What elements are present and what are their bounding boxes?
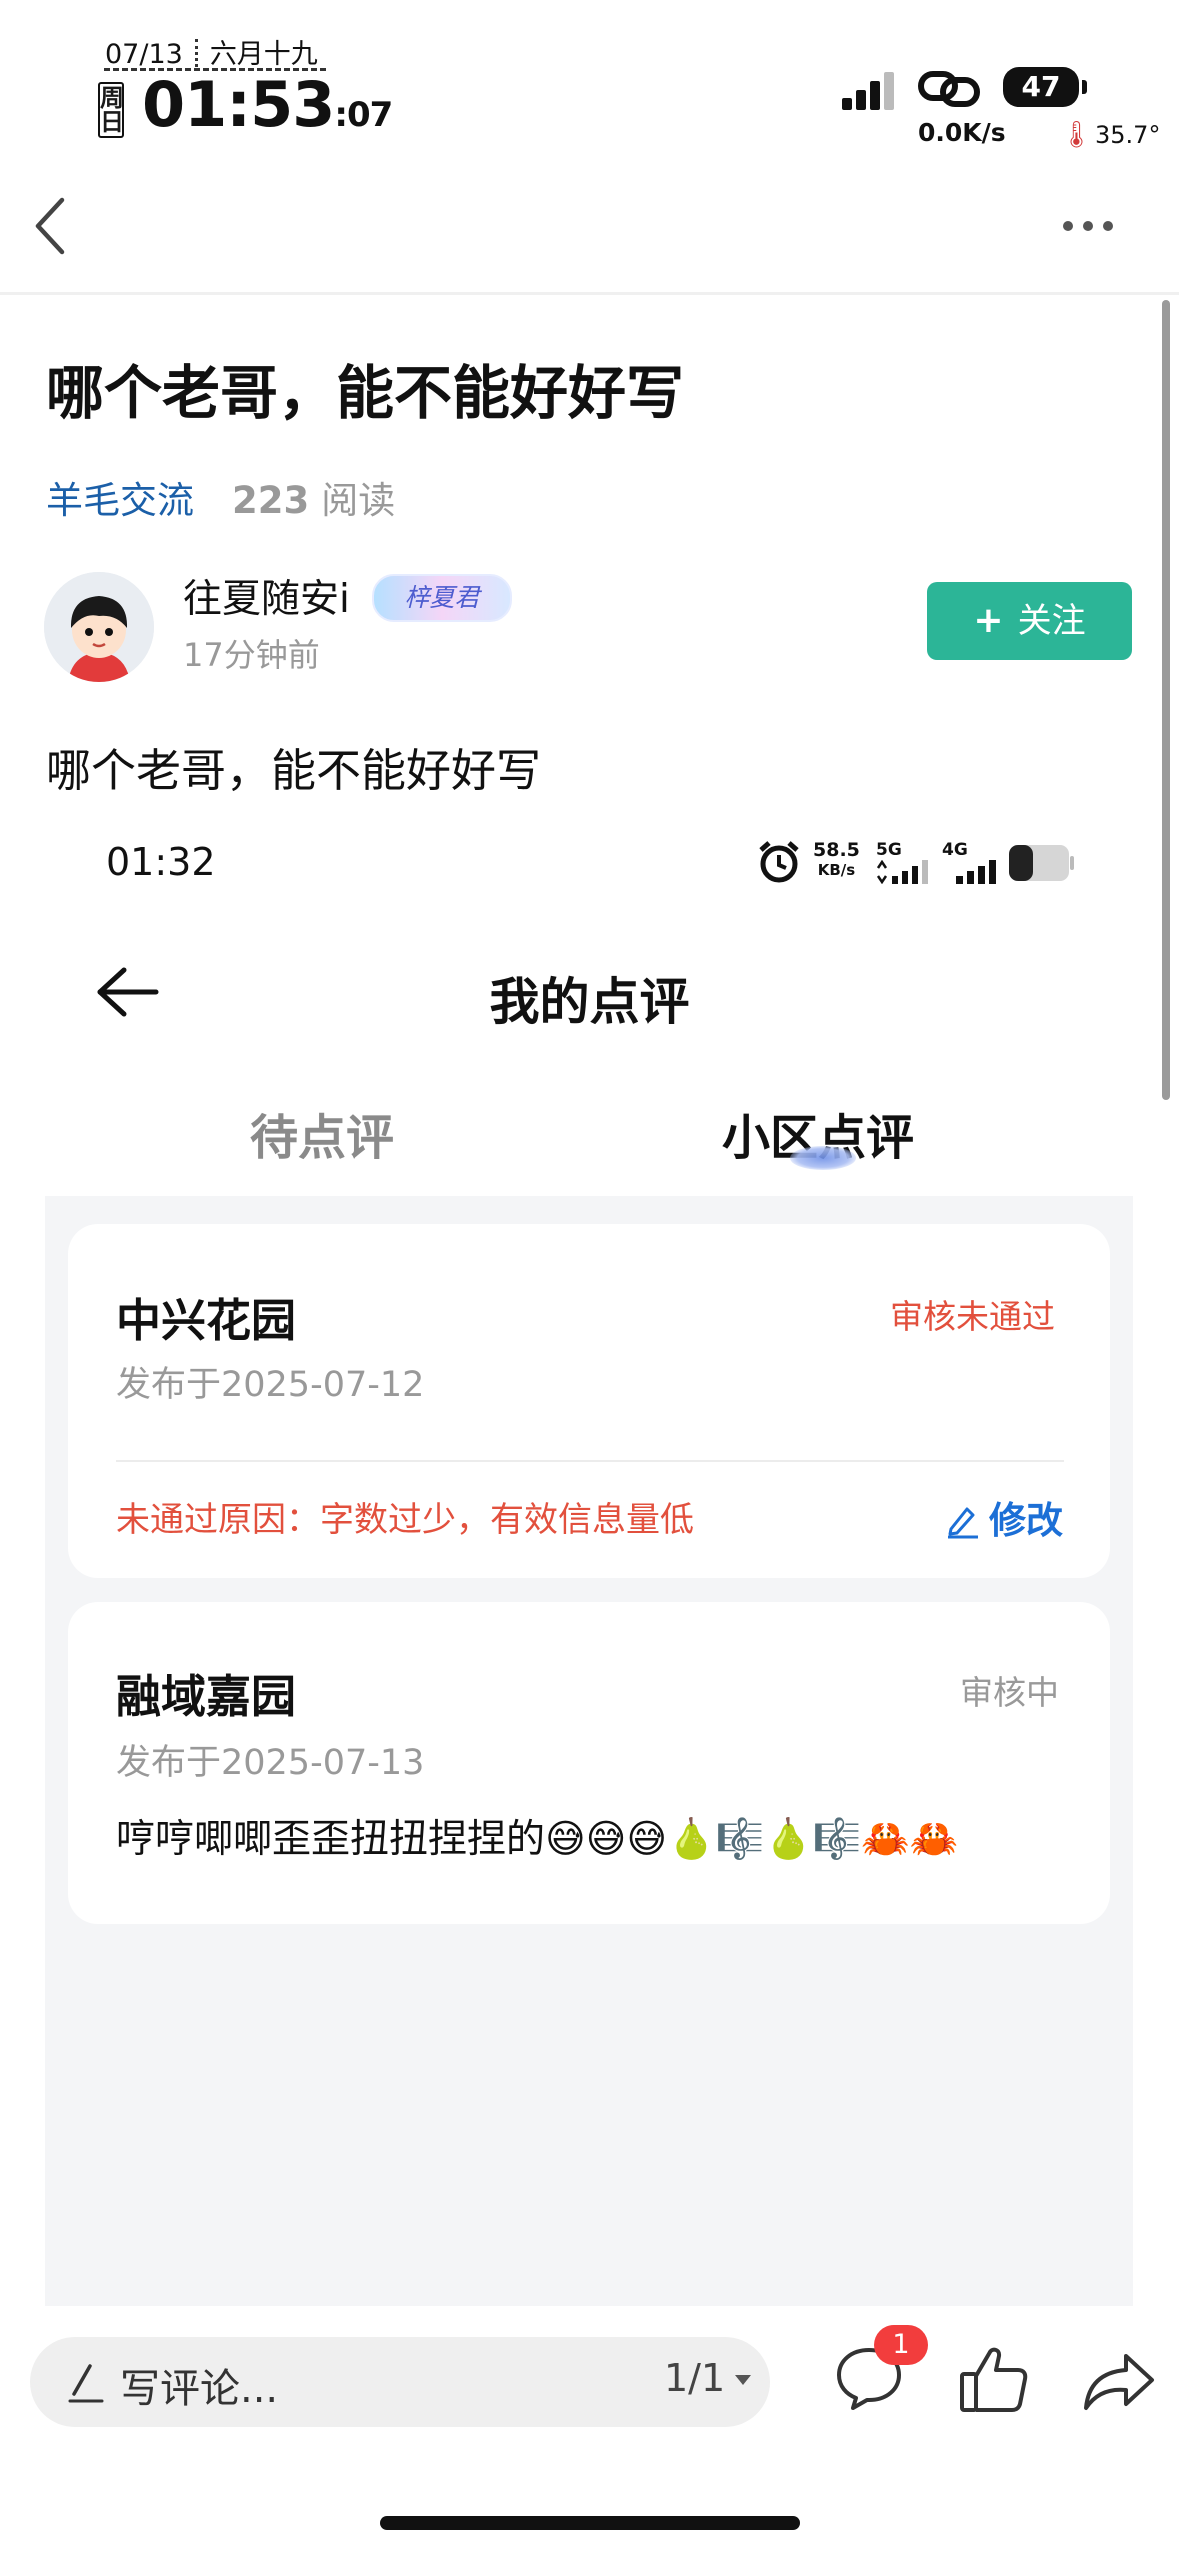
author-badge: 梓夏君	[372, 574, 512, 622]
embedded-net-speed: 58.5 KB/s	[813, 839, 860, 879]
review-status-pending: 审核中	[960, 1673, 1059, 1712]
follow-button[interactable]: + 关注	[927, 582, 1132, 660]
write-pen-icon	[68, 2364, 104, 2403]
thumbs-up-icon[interactable]	[958, 2344, 1030, 2414]
back-chevron-icon[interactable]	[30, 196, 70, 256]
post-time: 17分钟前	[183, 636, 320, 674]
link-icon	[918, 71, 980, 107]
status-date: 07/13 六月十九	[105, 39, 318, 70]
edit-review-button[interactable]: 修改	[945, 1490, 1063, 1544]
plus-icon: +	[973, 600, 1004, 641]
status-clock: 01:53:07	[142, 68, 393, 141]
embedded-5g-label: 5G	[876, 840, 902, 860]
active-tab-indicator	[790, 1146, 856, 1170]
more-options-icon[interactable]	[1062, 218, 1114, 234]
cellular-signal-icon	[842, 72, 894, 110]
review-date: 发布于2025-07-12	[116, 1365, 425, 1405]
alarm-clock-icon	[759, 841, 799, 883]
page-indicator[interactable]: 1/1	[664, 2356, 753, 2400]
rejection-reason: 未通过原因：字数过少，有效信息量低	[116, 1500, 694, 1540]
embedded-4g-signal-icon	[956, 860, 996, 884]
comment-count-badge: 1	[874, 2325, 928, 2365]
review-status-rejected: 审核未通过	[890, 1297, 1055, 1336]
network-speed: 0.0K/s	[918, 118, 1006, 147]
embedded-battery-icon	[1009, 845, 1074, 881]
post-title: 哪个老哥，能不能好好写	[46, 359, 685, 427]
home-indicator[interactable]	[380, 2516, 800, 2530]
post-body: 哪个老哥，能不能好好写	[46, 744, 542, 797]
channel-link[interactable]: 羊毛交流	[46, 470, 194, 524]
embedded-4g-label: 4G	[942, 840, 968, 860]
embedded-page-title: 我的点评	[489, 973, 690, 1031]
battery-level: 47	[1003, 67, 1087, 107]
pencil-icon	[948, 1507, 978, 1539]
avatar[interactable]	[44, 572, 154, 682]
review-community-name: 融域嘉园	[116, 1670, 297, 1723]
device-temperature: 🌡35.7°	[1060, 120, 1161, 150]
review-date: 发布于2025-07-13	[116, 1743, 425, 1783]
nav-divider	[0, 292, 1179, 295]
embedded-5g-signal-icon	[876, 860, 928, 884]
tab-pending-review[interactable]: 待点评	[250, 1098, 394, 1168]
review-content: 哼哼唧唧歪歪扭扭捏捏的😅😅😅🍐🎼🍐🎼🦀🦀	[116, 1817, 959, 1862]
review-community-name: 中兴花园	[116, 1294, 297, 1347]
caret-down-icon	[735, 2375, 752, 2385]
embedded-status-time: 01:32	[106, 840, 216, 884]
share-arrow-icon[interactable]	[1082, 2350, 1156, 2412]
read-count: 223 阅读	[232, 479, 396, 522]
status-weekday: 周日	[98, 82, 124, 138]
author-name[interactable]: 往夏随安i	[183, 568, 350, 624]
card-divider	[116, 1460, 1064, 1462]
comment-placeholder[interactable]: 写评论...	[120, 2356, 278, 2414]
